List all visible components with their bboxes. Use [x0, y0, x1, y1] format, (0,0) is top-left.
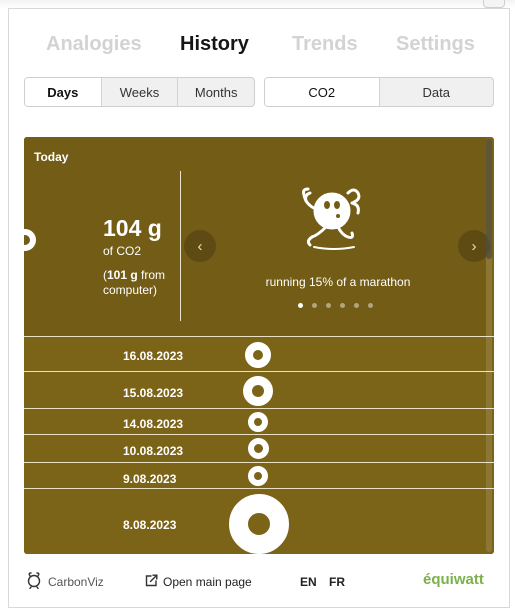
history-bubble: [245, 342, 271, 368]
carousel-dots: [298, 303, 373, 308]
history-bubble: [248, 412, 268, 432]
carousel-dot[interactable]: [340, 303, 345, 308]
history-date: 16.08.2023: [123, 349, 184, 363]
mode-selector: CO2 Data: [264, 77, 494, 107]
history-panel[interactable]: Today 104 g of CO2 (101 g from computer)…: [24, 137, 494, 554]
history-bubble: [248, 466, 268, 486]
history-date: 9.08.2023: [123, 472, 177, 486]
history-row[interactable]: 16.08.2023: [24, 336, 494, 371]
mode-data-button[interactable]: Data: [378, 78, 494, 106]
carousel-dot[interactable]: [298, 303, 303, 308]
running-earth-icon: [302, 187, 361, 250]
chevron-left-icon: ‹: [197, 237, 203, 255]
period-months-button[interactable]: Months: [177, 78, 254, 106]
history-date: 10.08.2023: [123, 444, 184, 458]
history-date: 15.08.2023: [123, 386, 184, 400]
window-corner-button[interactable]: [483, 0, 505, 8]
language-fr-button[interactable]: FR: [329, 575, 345, 589]
today-label: Today: [34, 150, 69, 164]
today-computer-detail: (101 g from computer): [103, 268, 183, 298]
history-row[interactable]: 15.08.2023: [24, 371, 494, 408]
carousel-dot[interactable]: [312, 303, 317, 308]
period-weeks-button[interactable]: Weeks: [100, 78, 178, 106]
history-bubble: [248, 438, 269, 459]
history-row[interactable]: 9.08.2023: [24, 462, 494, 488]
footer: CarbonViz Open main page EN FR équiwatt: [0, 566, 515, 596]
tab-settings[interactable]: Settings: [396, 33, 475, 56]
carousel-dot[interactable]: [354, 303, 359, 308]
today-divider: [180, 171, 181, 321]
open-main-page-link[interactable]: Open main page: [163, 575, 252, 589]
equiwatt-brand-logo[interactable]: équiwatt: [423, 571, 484, 588]
history-row[interactable]: 14.08.2023: [24, 408, 494, 434]
carousel-dot[interactable]: [326, 303, 331, 308]
period-selector: Days Weeks Months: [24, 77, 255, 107]
history-bubble: [243, 376, 273, 406]
mode-co2-button[interactable]: CO2: [265, 78, 379, 106]
history-date: 14.08.2023: [123, 417, 184, 431]
detail-computer-amount: 101 g: [107, 268, 138, 282]
language-en-button[interactable]: EN: [300, 575, 317, 589]
tab-history[interactable]: History: [180, 33, 249, 56]
carousel-prev-button[interactable]: ‹: [184, 230, 216, 262]
carbonviz-logo-icon: [27, 572, 41, 589]
today-co2-amount: 104 g: [103, 215, 162, 241]
carousel-dot[interactable]: [368, 303, 373, 308]
history-scroll-thumb[interactable]: [486, 139, 492, 259]
period-days-button[interactable]: Days: [25, 78, 101, 106]
tab-trends[interactable]: Trends: [292, 33, 358, 56]
today-card: Today 104 g of CO2 (101 g from computer)…: [24, 137, 490, 336]
main-tabs: Analogies History Trends Settings: [0, 33, 515, 59]
window-top-edge: [0, 0, 515, 8]
today-co2-unit: of CO2: [103, 244, 142, 258]
external-link-icon[interactable]: [145, 574, 158, 587]
today-bubble: [24, 229, 36, 251]
history-bubble: [229, 494, 289, 554]
history-row[interactable]: 10.08.2023: [24, 434, 494, 462]
history-row[interactable]: 8.08.2023: [24, 488, 494, 554]
tab-analogies[interactable]: Analogies: [46, 33, 142, 56]
history-date: 8.08.2023: [123, 518, 177, 532]
carbonviz-logo-text: CarbonViz: [48, 575, 104, 589]
chevron-right-icon: ›: [471, 237, 477, 255]
analogy-caption: running 15% of a marathon: [265, 275, 411, 289]
